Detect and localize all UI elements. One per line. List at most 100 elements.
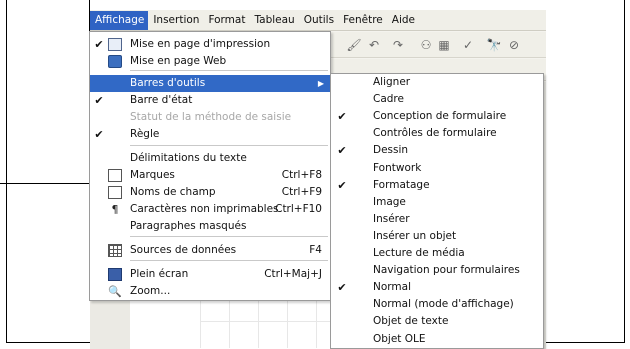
- submenu-item-label: Lecture de média: [373, 247, 465, 259]
- menubar-item-format[interactable]: Format: [203, 11, 249, 30]
- print-layout-icon: [108, 38, 122, 51]
- menubar-item-fen-tre[interactable]: Fenêtre: [338, 11, 387, 30]
- menu-item-label: Barres d'outils: [130, 77, 206, 89]
- submenu-item-label: Objet OLE: [373, 332, 426, 345]
- menu-item-zoom[interactable]: 🔍 Zoom...: [90, 283, 330, 300]
- menu-bar: Affichage Insertion Format Tableau Outils Fen…: [90, 10, 546, 31]
- menu-item-label: Marques: [130, 169, 175, 181]
- shortcut-text: Ctrl+Maj+J: [264, 268, 322, 280]
- menu-item-label: Délimitations du texte: [130, 152, 247, 164]
- submenu-item-label: Normal: [373, 281, 411, 294]
- menubar-item-affichage[interactable]: Affichage: [90, 10, 149, 30]
- data-sources-icon: [108, 244, 122, 257]
- submenu-item-normal[interactable]: ✔ Normal: [331, 279, 543, 296]
- submenu-item-navigation-pour-formulaires[interactable]: Navigation pour formulaires: [331, 262, 543, 279]
- submenu-item-label: Contrôles de formulaire: [373, 127, 497, 140]
- menu-item-mise-en-page-web[interactable]: Mise en page Web: [90, 53, 330, 70]
- submenu-item-lecture-de-media[interactable]: Lecture de média: [331, 245, 543, 262]
- zoom-icon: 🔍: [108, 285, 122, 298]
- draw-icon[interactable]: ✓: [460, 37, 476, 53]
- menu-item-regle[interactable]: ✔ Règle: [90, 126, 330, 143]
- submenu-item-label: Formatage: [373, 178, 430, 191]
- menu-item-marques[interactable]: Marques Ctrl+F8: [90, 167, 330, 184]
- check-icon: ✔: [337, 178, 347, 192]
- submenu-item-controles-de-formulaire[interactable]: Contrôles de formulaire: [331, 125, 543, 142]
- submenu-item-label: Image: [373, 195, 406, 208]
- shortcut-text: Ctrl+F10: [275, 203, 322, 215]
- menu-item-label: Mise en page d'impression: [130, 38, 271, 50]
- menu-item-label: Mise en page Web: [130, 55, 227, 67]
- submenu-arrow-icon: ▶: [317, 79, 324, 88]
- menu-separator: [130, 70, 328, 71]
- menu-item-label: Plein écran: [130, 268, 189, 280]
- submenu-item-cadre[interactable]: Cadre: [331, 91, 543, 108]
- submenu-item-inserer[interactable]: Insérer: [331, 211, 543, 228]
- view-menu: ✔ Mise en page d'impression Mise en page W…: [89, 31, 331, 301]
- menubar-item-outils[interactable]: Outils: [299, 11, 338, 30]
- submenu-item-label: Dessin: [373, 144, 409, 157]
- submenu-item-objet-ole[interactable]: Objet OLE: [331, 331, 543, 348]
- menu-item-label: Caractères non imprimables: [130, 203, 279, 215]
- submenu-item-label: Insérer: [373, 212, 410, 225]
- menu-separator: [130, 236, 328, 237]
- submenu-item-inserer-un-objet[interactable]: Insérer un objet: [331, 228, 543, 245]
- marks-icon: [108, 169, 122, 182]
- submenu-item-image[interactable]: Image: [331, 194, 543, 211]
- menu-item-label: Statut de la méthode de saisie: [130, 111, 292, 123]
- hyperlink-icon[interactable]: ⚇: [418, 37, 434, 53]
- submenu-item-label: Conception de formulaire: [373, 110, 507, 123]
- submenu-item-label: Fontwork: [373, 161, 422, 174]
- navigator-icon[interactable]: ⊘: [506, 37, 522, 53]
- web-layout-icon: [108, 55, 122, 68]
- submenu-item-normal-mode-d-affichage[interactable]: Normal (mode d'affichage): [331, 296, 543, 313]
- check-icon: ✔: [94, 128, 104, 141]
- menu-item-paragraphes-masques[interactable]: Paragraphes masqués: [90, 218, 330, 235]
- shortcut-text: Ctrl+F8: [281, 169, 322, 181]
- shortcut-text: F4: [309, 244, 322, 256]
- check-icon: ✔: [337, 110, 347, 124]
- menu-item-sources-de-donnees[interactable]: Sources de données F4: [90, 242, 330, 259]
- find-icon[interactable]: 🔭: [486, 37, 502, 53]
- table-icon[interactable]: ▦: [436, 37, 452, 53]
- menu-item-label: Zoom...: [130, 285, 171, 297]
- paintbrush-icon[interactable]: 🖌: [346, 37, 362, 53]
- submenu-item-label: Navigation pour formulaires: [373, 264, 520, 277]
- pilcrow-icon: ¶: [111, 203, 119, 216]
- menubar-item-tableau[interactable]: Tableau: [249, 11, 298, 30]
- submenu-item-formatage[interactable]: ✔ Formatage: [331, 177, 543, 194]
- submenu-item-objet-de-texte[interactable]: Objet de texte: [331, 313, 543, 330]
- menu-item-caracteres-non-imprimables[interactable]: ¶ Caractères non imprimables Ctrl+F10: [90, 201, 330, 218]
- shortcut-text: Ctrl+F9: [281, 186, 322, 198]
- menu-item-barre-d-etat[interactable]: ✔ Barre d'état: [90, 92, 330, 109]
- full-screen-icon: [108, 268, 122, 281]
- submenu-item-label: Normal (mode d'affichage): [373, 298, 514, 311]
- check-icon: ✔: [94, 38, 104, 51]
- menubar-item-insertion[interactable]: Insertion: [148, 11, 203, 30]
- menu-item-noms-de-champ[interactable]: Noms de champ Ctrl+F9: [90, 184, 330, 201]
- menu-item-label: Sources de données: [130, 244, 237, 256]
- check-icon: ✔: [337, 144, 347, 158]
- menubar-item-aide[interactable]: Aide: [387, 11, 419, 30]
- check-icon: ✔: [337, 281, 347, 295]
- submenu-item-aligner[interactable]: Aligner: [331, 74, 543, 91]
- menu-item-delimitations-du-texte[interactable]: Délimitations du texte: [90, 150, 330, 167]
- menu-item-mise-en-page-d-impression[interactable]: ✔ Mise en page d'impression: [90, 36, 330, 53]
- undo-icon[interactable]: ↶: [366, 37, 382, 53]
- redo-icon[interactable]: ↷: [390, 37, 406, 53]
- menu-separator: [130, 260, 328, 261]
- submenu-item-label: Objet de texte: [373, 315, 449, 328]
- submenu-item-dessin[interactable]: ✔ Dessin: [331, 142, 543, 159]
- menu-item-statut-de-la-methode-de-saisie: Statut de la méthode de saisie: [90, 109, 330, 126]
- menu-item-barres-d-outils[interactable]: Barres d'outils ▶: [90, 75, 330, 92]
- menu-item-label: Paragraphes masqués: [130, 220, 247, 232]
- submenu-item-fontwork[interactable]: Fontwork: [331, 160, 543, 177]
- menu-item-plein-ecran[interactable]: Plein écran Ctrl+Maj+J: [90, 266, 330, 283]
- toolbars-submenu: Aligner Cadre ✔ Conception de formulaire Con…: [330, 73, 544, 349]
- menu-separator: [130, 145, 328, 146]
- field-names-icon: [108, 186, 122, 199]
- submenu-item-conception-de-formulaire[interactable]: ✔ Conception de formulaire: [331, 108, 543, 125]
- menu-item-label: Noms de champ: [130, 186, 216, 198]
- submenu-item-label: Insérer un objet: [373, 229, 457, 242]
- menu-item-label: Règle: [130, 128, 160, 140]
- menu-item-label: Barre d'état: [130, 94, 193, 106]
